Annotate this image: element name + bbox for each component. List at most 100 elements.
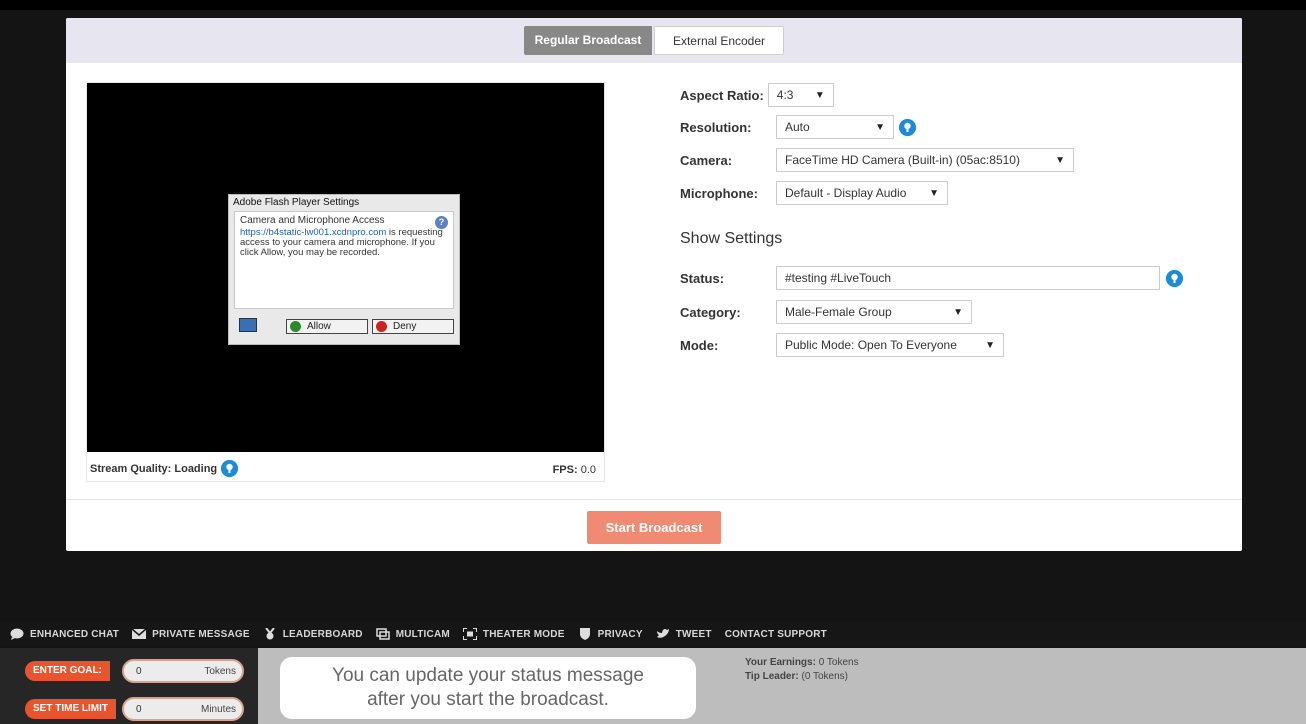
chevron-down-icon: ▼ [985, 339, 995, 351]
deny-icon [376, 321, 387, 332]
microphone-row: Microphone: Default - Display Audio ▼ [680, 181, 948, 205]
video-preview: Adobe Flash Player Settings Camera and M… [87, 83, 604, 452]
aspect-ratio-label: Aspect Ratio: [680, 87, 764, 103]
check-icon [290, 321, 301, 332]
category-row: Category: Male-Female Group ▼ [680, 300, 972, 324]
status-label: Status: [680, 270, 725, 286]
privacy-button[interactable]: PRIVACY [578, 628, 643, 640]
category-select[interactable]: Male-Female Group ▼ [776, 300, 972, 324]
flash-dialog-body: Camera and Microphone Access https://b4s… [234, 211, 454, 309]
mode-select[interactable]: Public Mode: Open To Everyone ▼ [776, 333, 1004, 357]
mode-value: Public Mode: Open To Everyone [785, 338, 957, 352]
tweet-button[interactable]: TWEET [656, 628, 712, 640]
panel-divider [66, 499, 1242, 500]
goal-input[interactable]: 0 Tokens [122, 659, 244, 683]
fps-label: FPS: [552, 464, 578, 476]
camera-row: Camera: FaceTime HD Camera (Built-in) (0… [680, 148, 1074, 172]
flash-dialog-title: Adobe Flash Player Settings [233, 197, 360, 208]
enhanced-chat-label: ENHANCED CHAT [30, 628, 120, 640]
fps-display: FPS: 0.0 [553, 464, 596, 476]
show-settings-title: Show Settings [680, 230, 783, 247]
status-row: Status: #testing #LiveTouch [680, 266, 1183, 290]
info-icon[interactable] [221, 460, 239, 477]
multicam-label: MULTICAM [395, 628, 450, 640]
bottom-toolbar: ENHANCED CHAT PRIVATE MESSAGE LEADERBOAR… [0, 623, 1306, 645]
camera-value: FaceTime HD Camera (Built-in) (05ac:8510… [785, 153, 1020, 167]
medal-icon [264, 628, 275, 640]
time-limit-unit: Minutes [200, 703, 236, 715]
enhanced-chat-button[interactable]: ENHANCED CHAT [10, 628, 119, 640]
broadcast-panel: Regular Broadcast External Encoder Adobe… [66, 18, 1242, 551]
stream-quality-label: Stream Quality: [90, 462, 172, 475]
envelope-icon [132, 628, 147, 639]
status-tip-line-2: after you start the broadcast. [367, 689, 609, 710]
tip-leader-value: (0 Tokens) [801, 671, 849, 682]
tip-leader-label: Tip Leader: [745, 671, 799, 682]
category-value: Male-Female Group [785, 305, 892, 319]
contact-support-link[interactable]: CONTACT SUPPORT [725, 629, 827, 640]
enter-goal-label: ENTER GOAL: [25, 661, 110, 681]
status-tip-message: You can update your status message after… [280, 657, 696, 719]
broadcast-tab-bar: Regular Broadcast External Encoder [66, 18, 1242, 63]
theater-mode-button[interactable]: THEATER MODE [462, 628, 565, 640]
leaderboard-label: LEADERBOARD [282, 628, 363, 640]
goal-unit: Tokens [204, 665, 236, 677]
aspect-ratio-value: 4:3 [776, 88, 794, 102]
resolution-select[interactable]: Auto ▼ [776, 115, 894, 139]
chevron-down-icon: ▼ [953, 306, 963, 318]
deny-button-label: Deny [393, 321, 417, 332]
start-broadcast-button[interactable]: Start Broadcast [587, 511, 721, 544]
flash-dialog-heading: Camera and Microphone Access [240, 215, 385, 226]
privacy-label: PRIVACY [597, 628, 643, 640]
earnings-value: 0 Tokens [818, 657, 859, 668]
earnings-summary: Your Earnings: 0 Tokens Tip Leader: (0 T… [745, 656, 859, 684]
stream-quality: Stream Quality: Loading [90, 460, 239, 477]
flash-settings-dialog: Adobe Flash Player Settings Camera and M… [228, 194, 460, 345]
chevron-down-icon: ▼ [929, 187, 939, 199]
fps-value: 0.0 [580, 464, 596, 476]
tweet-label: TWEET [675, 628, 712, 640]
top-strip [0, 0, 1306, 10]
earnings-label: Your Earnings: [745, 657, 816, 668]
info-icon[interactable] [899, 118, 916, 136]
status-input[interactable]: #testing #LiveTouch [776, 266, 1160, 290]
time-limit-input[interactable]: 0 Minutes [122, 697, 244, 721]
fullscreen-icon [462, 628, 477, 640]
allow-button-label: Allow [307, 321, 331, 332]
chevron-down-icon: ▼ [875, 121, 885, 133]
status-value: #testing #LiveTouch [785, 271, 892, 285]
camera-label: Camera: [680, 152, 733, 168]
shield-icon [579, 628, 590, 640]
leaderboard-button[interactable]: LEADERBOARD [263, 628, 363, 640]
microphone-label: Microphone: [680, 185, 758, 201]
microphone-select[interactable]: Default - Display Audio ▼ [776, 181, 948, 205]
resolution-row: Resolution: Auto ▼ [680, 115, 916, 139]
multicam-button[interactable]: MULTICAM [375, 628, 450, 640]
chevron-down-icon: ▼ [814, 89, 825, 101]
private-message-button[interactable]: PRIVATE MESSAGE [132, 628, 250, 640]
resolution-label: Resolution: [680, 119, 752, 135]
contact-support-label: CONTACT SUPPORT [724, 628, 827, 640]
info-icon[interactable] [1166, 269, 1183, 287]
aspect-ratio-select[interactable]: 4:3 ▼ [767, 83, 834, 107]
chevron-down-icon: ▼ [1055, 154, 1065, 166]
multicam-icon [375, 628, 390, 640]
video-preview-container: Adobe Flash Player Settings Camera and M… [86, 82, 605, 482]
status-tip-line-1: You can update your status message [332, 665, 644, 686]
help-icon[interactable]: ? [435, 216, 448, 229]
tab-regular-broadcast[interactable]: Regular Broadcast [524, 26, 652, 55]
theater-mode-label: THEATER MODE [482, 628, 565, 640]
allow-button[interactable]: Allow [286, 319, 368, 334]
microphone-value: Default - Display Audio [785, 186, 907, 200]
set-time-limit-label: SET TIME LIMIT [25, 699, 116, 719]
chat-bubble-icon [10, 628, 24, 640]
camera-select[interactable]: FaceTime HD Camera (Built-in) (05ac:8510… [776, 148, 1074, 172]
tab-external-encoder[interactable]: External Encoder [654, 26, 784, 55]
twitter-bird-icon [656, 629, 669, 638]
mode-label: Mode: [680, 337, 719, 353]
goal-value: 0 [136, 665, 142, 677]
category-label: Category: [680, 304, 741, 320]
deny-button[interactable]: Deny [372, 319, 454, 334]
monitor-icon[interactable] [239, 318, 257, 332]
stream-quality-value: Loading [174, 462, 218, 475]
